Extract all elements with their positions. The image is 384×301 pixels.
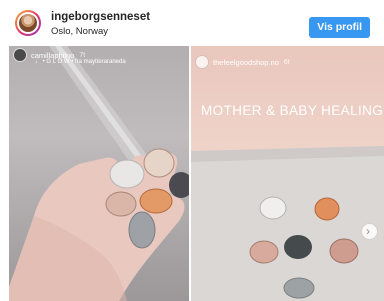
story-right-username: thefeelgoodshop.no <box>213 57 279 67</box>
post-header: ingeborgsenneset Oslo, Norway Vis profil <box>0 0 384 46</box>
location[interactable]: Oslo, Norway <box>51 26 108 37</box>
black-tourmaline-stone <box>284 235 312 259</box>
chevron-right-icon[interactable]: › <box>361 223 378 240</box>
stories-area: camillaphilno 7t ♩ • G L O W • fra maytt… <box>9 46 384 301</box>
profile-avatar[interactable] <box>15 10 41 36</box>
howlite-stone <box>259 196 287 220</box>
grey-stone <box>128 211 156 249</box>
carnelian-stone <box>314 197 340 221</box>
story-left[interactable]: camillaphilno 7t ♩ • G L O W • fra maytt… <box>9 46 189 301</box>
white-howlite-stone <box>109 159 145 189</box>
rose-quartz-stone <box>329 238 359 264</box>
rose-stone <box>105 191 137 217</box>
moonstone-stone <box>283 277 315 299</box>
story-left-time: 7t <box>79 51 86 59</box>
story-right[interactable]: thefeelgoodshop.no 6t MOTHER & BABY HEAL… <box>191 46 384 301</box>
story-right-avatar <box>195 55 209 69</box>
story-left-avatar <box>13 48 27 62</box>
story-left-music: ♩ • G L O W • fra maytteraraneda <box>35 59 126 65</box>
story-right-title: MOTHER & BABY HEALING KIT <box>201 103 384 118</box>
story-right-time: 6t <box>283 58 290 66</box>
story-left-photo <box>9 46 189 301</box>
story-right-author[interactable]: thefeelgoodshop.no 6t <box>195 55 290 69</box>
fabric-base <box>191 146 384 301</box>
pink-stone <box>143 148 175 178</box>
view-profile-button[interactable]: Vis profil <box>309 17 370 38</box>
rhodochrosite-stone <box>249 240 279 264</box>
avatar-photo <box>19 14 37 32</box>
carnelian-stone <box>139 188 173 214</box>
story-right-photo <box>191 146 384 301</box>
avatar-ring <box>17 12 39 34</box>
username[interactable]: ingeborgsenneset <box>51 11 150 23</box>
